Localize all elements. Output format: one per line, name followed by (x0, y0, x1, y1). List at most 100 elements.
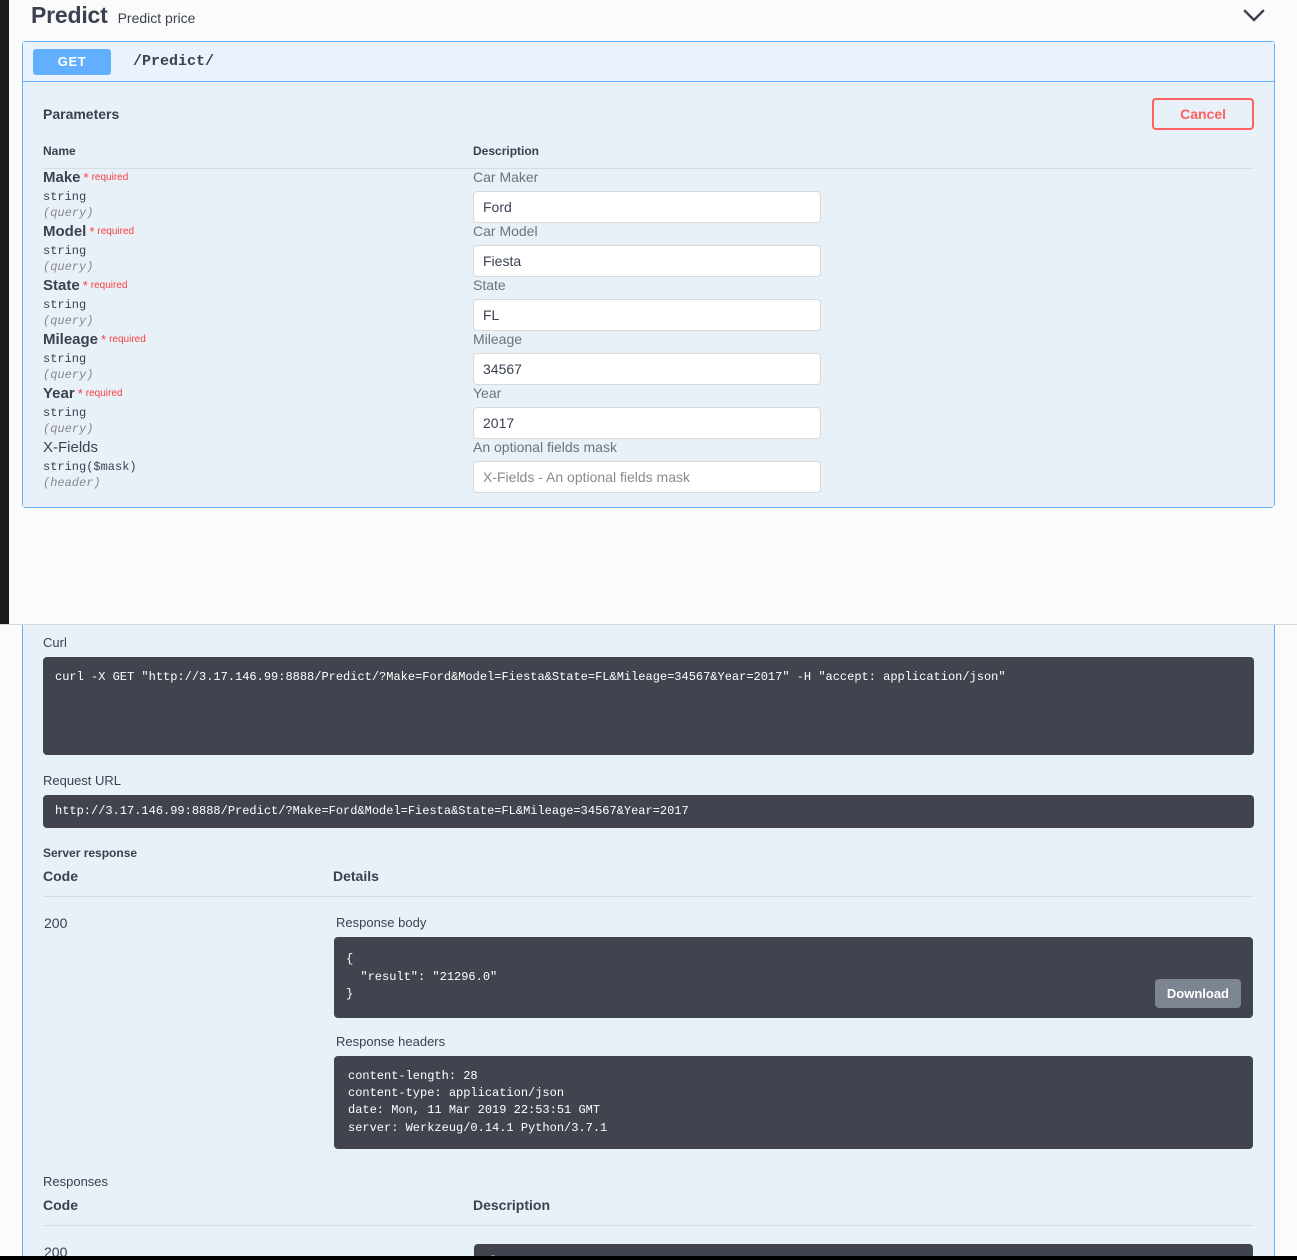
responses-table: Code Description 200 Success Example Val… (43, 1197, 1254, 1260)
parameter-row-model: Model * required string (query) Car Model (43, 223, 1254, 277)
parameter-description-cell: An optional fields mask (473, 439, 1254, 493)
response-code: 200 (44, 1244, 68, 1260)
parameter-name: Make (43, 169, 81, 186)
request-url-section: Request URL http://3.17.146.99:8888/Pred… (23, 757, 1274, 829)
response-description-cell: Success Example Value | Model (473, 1226, 1254, 1260)
parameter-type: string($mask) (43, 460, 137, 474)
required-star-icon: * (89, 224, 95, 239)
parameter-name: X-Fields (43, 439, 99, 456)
parameter-location: (header) (43, 476, 101, 490)
parameters-table: Name Description Make*required string (43, 144, 1254, 493)
required-star-icon: * (101, 332, 107, 347)
chevron-down-icon[interactable] (1241, 3, 1267, 29)
request-url-value[interactable]: http://3.17.146.99:8888/Predict/?Make=Fo… (43, 795, 1254, 829)
cancel-button[interactable]: Cancel (1152, 98, 1254, 130)
responses-row: 200 Success Example Value | Model (43, 1226, 1254, 1260)
parameter-location: (query) (43, 422, 94, 436)
required-label: required (85, 388, 123, 399)
download-button[interactable]: Download (1154, 978, 1241, 1008)
server-response-code: 200 (44, 915, 68, 932)
parameter-name-cell: Year * required string (query) (43, 385, 473, 439)
response-body-label: Response body (336, 915, 427, 931)
parameter-description-cell: Car Maker (473, 169, 1254, 223)
http-method-badge[interactable]: GET (33, 48, 111, 75)
responses-title: Responses (43, 1174, 109, 1190)
parameter-input-model[interactable] (473, 245, 821, 277)
parameter-name: Year (43, 385, 75, 402)
parameter-row-x-fields: X-Fields string($mask) (header) An optio… (43, 439, 1254, 493)
responses-header-row: Code Description (43, 1197, 1254, 1227)
parameter-row-make: Make * required string (query) Car Maker (43, 169, 1254, 223)
parameter-location: (query) (43, 260, 94, 274)
parameter-name-cell: X-Fields string($mask) (header) (43, 439, 473, 493)
parameter-name-cell: State * required string (query) (43, 277, 473, 331)
parameter-name-cell: Mileage * required string (query) (43, 331, 473, 385)
column-header-code: Code (43, 1197, 473, 1227)
server-response-title: Server response (43, 846, 138, 861)
parameter-input-year[interactable] (473, 407, 821, 439)
required-label: required (109, 334, 146, 345)
parameter-location: (query) (43, 314, 94, 328)
parameters-table-header-row: Name Description (43, 144, 1254, 169)
parameter-description-cell: Car Model (473, 223, 1254, 277)
parameter-name-cell: Model * required string (query) (43, 223, 473, 277)
server-response-header-row: Code Details (43, 868, 1254, 898)
parameter-description-cell: Year (473, 385, 1254, 439)
swagger-ui-page: Predict Predict price GET /Predict/ Para… (0, 0, 1297, 1260)
parameter-description-cell: State (473, 277, 1254, 331)
parameter-type: string (43, 244, 87, 258)
curl-label: Curl (43, 635, 67, 650)
required-label: required (97, 226, 135, 237)
parameter-row-state: State * required string (query) State (43, 277, 1254, 331)
parameter-description: Year (473, 385, 502, 401)
parameter-description: State (473, 277, 506, 293)
left-dark-gutter (0, 0, 9, 624)
parameter-description: An optional fields mask (473, 439, 617, 455)
lower-scroll-pane: Curl curl -X GET "http://3.17.146.99:888… (0, 624, 1297, 1260)
server-response-table: Code Details 200 Response body { "result… (43, 868, 1254, 1150)
parameter-input-state[interactable] (473, 299, 821, 331)
required-star-icon: * (77, 386, 83, 401)
column-header-details: Details (333, 868, 1254, 898)
required-star-icon: * (83, 170, 89, 185)
parameter-location: (query) (43, 206, 94, 220)
opblock-body: Parameters Cancel Name Description Make … (23, 82, 1274, 507)
server-response-row: 200 Response body { "result": "21296.0" … (43, 897, 1254, 1150)
page-title: Predict (31, 2, 108, 28)
column-header-description: Description (473, 144, 1254, 169)
parameter-name: State (43, 277, 80, 294)
parameter-type: string (43, 406, 87, 420)
parameter-type: string (43, 298, 87, 312)
required-label: required (91, 172, 129, 183)
curl-section: Curl curl -X GET "http://3.17.146.99:888… (23, 627, 1274, 755)
request-url-label: Request URL (43, 773, 122, 788)
upper-scroll-pane: Predict Predict price GET /Predict/ Para… (0, 0, 1297, 624)
required-star-icon: * (82, 278, 88, 293)
tag-header: Predict Predict price (0, 0, 1297, 34)
responses-section: Responses Code Description 200 Success (23, 1174, 1274, 1260)
response-body-json: { "result": "21296.0" } (346, 952, 498, 1002)
opblock-summary[interactable]: GET /Predict/ (23, 42, 1274, 82)
parameter-description: Mileage (473, 331, 523, 347)
required-label: required (90, 280, 128, 291)
server-response-section: Server response Code Details 200 Respons… (23, 846, 1274, 1150)
response-description: Success (474, 1244, 1253, 1260)
opblock-get-predict: GET /Predict/ Parameters Cancel Name Des… (22, 41, 1275, 508)
page-subtitle: Predict price (117, 10, 196, 26)
parameter-description-cell: Mileage (473, 331, 1254, 385)
server-response-details: Response body { "result": "21296.0" } Dow… (333, 897, 1254, 1150)
parameter-type: string (43, 190, 87, 204)
parameter-input-mileage[interactable] (473, 353, 821, 385)
curl-command[interactable]: curl -X GET "http://3.17.146.99:8888/Pre… (43, 657, 1254, 755)
parameter-input-x-fields[interactable] (473, 461, 821, 493)
parameter-location: (query) (43, 368, 94, 382)
parameters-title: Parameters (43, 106, 120, 122)
parameter-input-make[interactable] (473, 191, 821, 223)
column-header-code: Code (43, 868, 333, 898)
endpoint-path: /Predict/ (133, 53, 215, 70)
parameter-type: string (43, 352, 87, 366)
parameters-header: Parameters Cancel (43, 82, 1254, 144)
parameter-description: Car Maker (473, 169, 539, 185)
opblock-body-continued: Curl curl -X GET "http://3.17.146.99:888… (22, 625, 1275, 1260)
column-header-description: Description (473, 1197, 1254, 1227)
